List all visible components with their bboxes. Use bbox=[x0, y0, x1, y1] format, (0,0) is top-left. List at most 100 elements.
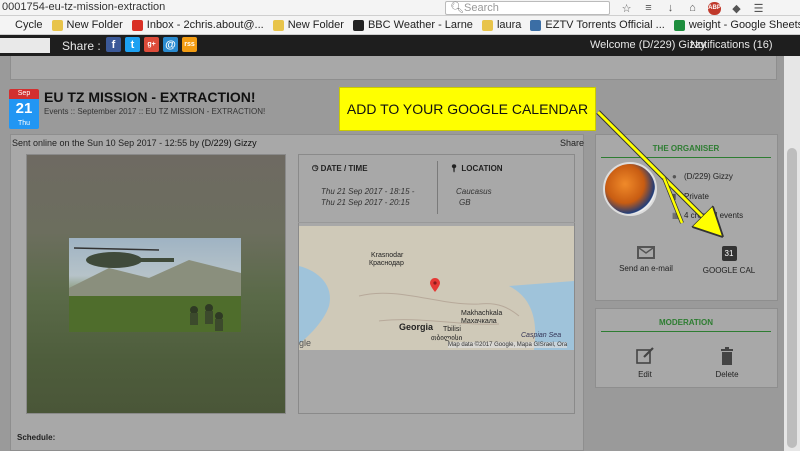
organiser-events: 4 created events bbox=[684, 211, 744, 220]
send-email-label: Send an e-mail bbox=[619, 264, 673, 273]
bookmark-favicon-icon bbox=[272, 19, 284, 31]
browser-urlbar: 0001754-eu-tz-mission-extraction 🔍︎ Sear… bbox=[0, 0, 800, 16]
breadcrumb[interactable]: Events :: September 2017 :: EU TZ MISSIO… bbox=[44, 107, 265, 116]
share-link[interactable]: Share bbox=[560, 138, 584, 148]
social-buttons: f t g+ @ rss bbox=[106, 37, 197, 52]
twitter-icon[interactable]: t bbox=[125, 37, 140, 52]
event-image bbox=[69, 238, 241, 332]
sent-line: Sent online on the Sun 10 Sep 2017 - 12:… bbox=[12, 138, 257, 148]
home-icon[interactable]: ⌂ bbox=[686, 2, 699, 15]
location-heading: 📍︎ LOCATION bbox=[449, 164, 503, 173]
star-icon[interactable]: ☆ bbox=[620, 2, 633, 15]
google-cal-button[interactable]: 31 GOOGLE CAL bbox=[699, 246, 759, 275]
sent-author-link[interactable]: (D/229) Gizzy bbox=[202, 138, 257, 148]
map-credit: Map data ©2017 Google, Mapa GISrael, Ora bbox=[448, 342, 568, 348]
facebook-icon[interactable]: f bbox=[106, 37, 121, 52]
map-label-krasnodar: Krasnodar bbox=[371, 252, 404, 259]
organiser-status-row: ▮ Private bbox=[672, 192, 709, 201]
edit-button[interactable]: Edit bbox=[626, 347, 664, 379]
event-title: EU TZ MISSION - EXTRACTION! bbox=[44, 89, 256, 105]
location-line-2: GB bbox=[459, 198, 471, 207]
scrollbar-thumb[interactable] bbox=[787, 148, 797, 448]
bookmark-favicon-icon bbox=[131, 19, 143, 31]
avatar[interactable] bbox=[603, 162, 657, 216]
bookmark-favicon-icon bbox=[51, 19, 63, 31]
share-label: Share : bbox=[62, 39, 101, 53]
date-time-value: Thu 21 Sep 2017 - 18:15 - Thu 21 Sep 201… bbox=[321, 186, 414, 208]
bookmark-favicon-icon bbox=[0, 19, 11, 31]
edit-label: Edit bbox=[638, 370, 652, 379]
location-label: LOCATION bbox=[461, 164, 503, 173]
map-pin-icon[interactable] bbox=[430, 278, 440, 292]
bookmark-label: EZTV Torrents Official ... bbox=[545, 19, 665, 31]
site-search-input[interactable] bbox=[0, 38, 50, 53]
info-divider bbox=[437, 161, 438, 214]
search-placeholder: Search bbox=[464, 2, 499, 14]
send-email-button[interactable]: Send an e-mail bbox=[615, 246, 677, 273]
date-time-start: Thu 21 Sep 2017 - 18:15 - bbox=[321, 187, 415, 196]
moderation-divider bbox=[601, 331, 771, 332]
adblock-icon[interactable]: ABP bbox=[708, 1, 721, 15]
download-icon[interactable]: ↓ bbox=[664, 2, 677, 15]
helicopter-scene bbox=[69, 247, 241, 332]
search-icon: 🔍︎ bbox=[450, 2, 464, 14]
map-label-caspian: Caspian Sea bbox=[521, 332, 562, 339]
browser-search-input[interactable]: 🔍︎ Search bbox=[445, 1, 610, 15]
organiser-heading: THE ORGANISER bbox=[652, 144, 720, 153]
map-label-krasnodar-ru: Краснодар bbox=[369, 260, 404, 267]
bookmark-favicon-icon bbox=[352, 19, 364, 31]
email-share-icon[interactable]: @ bbox=[163, 37, 178, 52]
organiser-name-row: ● (D/229) Gizzy bbox=[672, 172, 733, 181]
welcome-link[interactable]: Welcome (D/229) Gizzy bbox=[590, 39, 706, 51]
reader-icon[interactable]: ≡ bbox=[642, 2, 655, 15]
bookmark-label: Cycle bbox=[15, 19, 43, 31]
notifications-link[interactable]: Notifications (16) bbox=[690, 39, 773, 51]
bookmark-item[interactable]: Cycle bbox=[0, 19, 43, 31]
date-time-label: DATE / TIME bbox=[320, 164, 368, 173]
bookmark-item[interactable]: New Folder bbox=[272, 19, 344, 31]
bookmark-item[interactable]: weight - Google Sheets bbox=[673, 19, 800, 31]
info-hdivider bbox=[298, 222, 575, 223]
delete-label: Delete bbox=[715, 370, 739, 379]
bookmark-favicon-icon bbox=[481, 19, 493, 31]
date-badge-day: 21 bbox=[9, 99, 39, 119]
organiser-name[interactable]: (D/229) Gizzy bbox=[684, 172, 733, 181]
browser-toolbar-icons: ☆ ≡ ↓ ⌂ ABP ◆ ☰ bbox=[620, 0, 765, 16]
location-map[interactable]: Krasnodar Краснодар Makhachkala Махачкал… bbox=[299, 226, 574, 350]
calendar-small-icon: ▦ bbox=[672, 211, 680, 220]
moderation-heading: MODERATION bbox=[658, 318, 714, 327]
bookmark-label: laura bbox=[496, 19, 522, 31]
info-icon: ▮ bbox=[672, 192, 677, 201]
bookmarks-bar: Cycle New Folder Inbox - 2chris.about@... N… bbox=[0, 16, 800, 35]
map-label-makhachkala: Makhachkala bbox=[461, 310, 503, 317]
bookmark-item[interactable]: New Folder bbox=[51, 19, 123, 31]
bookmark-item[interactable]: Inbox - 2chris.about@... bbox=[131, 19, 264, 31]
delete-button[interactable]: Delete bbox=[708, 347, 746, 379]
rss-icon[interactable]: rss bbox=[182, 37, 197, 52]
site-header: Share : f t g+ @ rss Welcome (D/229) Gizzy N… bbox=[0, 35, 800, 56]
sent-prefix: Sent online on the Sun 10 Sep 2017 - 12:… bbox=[12, 138, 200, 148]
bookmark-favicon-icon bbox=[530, 19, 542, 31]
date-time-end: Thu 21 Sep 2017 - 20:15 bbox=[321, 198, 410, 207]
top-panel bbox=[10, 56, 777, 80]
bookmark-item[interactable]: BBC Weather - Larne bbox=[352, 19, 473, 31]
callout-annotation: ADD TO YOUR GOOGLE CALENDAR bbox=[339, 87, 596, 131]
map-label-makhachkala-ru: Махачкала bbox=[461, 318, 497, 325]
user-icon: ● bbox=[672, 172, 677, 181]
url-field[interactable]: 0001754-eu-tz-mission-extraction bbox=[2, 1, 165, 13]
google-plus-icon[interactable]: g+ bbox=[144, 37, 159, 52]
map-label-tbilisi-ka: თბილისი bbox=[431, 335, 463, 342]
bookmark-item[interactable]: laura bbox=[481, 19, 522, 31]
organiser-events-row: ▦ 4 created events bbox=[672, 211, 743, 220]
bookmark-favicon-icon bbox=[673, 19, 685, 31]
menu-icon[interactable]: ☰ bbox=[752, 2, 765, 15]
bookmark-label: weight - Google Sheets bbox=[688, 19, 800, 31]
organiser-divider bbox=[601, 157, 771, 158]
edit-icon bbox=[636, 347, 654, 364]
bookmark-label: BBC Weather - Larne bbox=[367, 19, 473, 31]
bookmark-label: New Folder bbox=[66, 19, 123, 31]
shield-icon[interactable]: ◆ bbox=[730, 2, 743, 15]
map-label-tbilisi: Tbilisi bbox=[443, 326, 461, 333]
bookmark-item[interactable]: EZTV Torrents Official ... bbox=[530, 19, 665, 31]
bookmark-label: Inbox - 2chris.about@... bbox=[146, 19, 264, 31]
